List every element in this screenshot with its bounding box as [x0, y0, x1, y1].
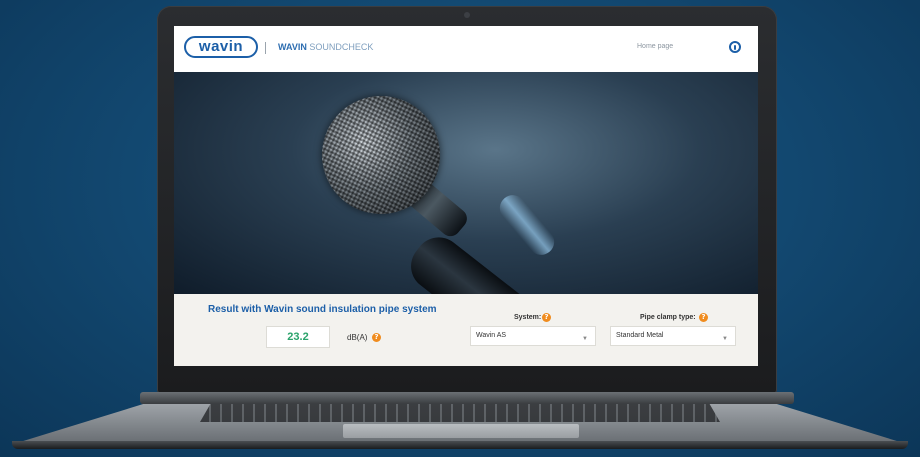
system-label: System: — [514, 314, 542, 321]
laptop-keyboard — [200, 404, 720, 422]
system-select[interactable]: Wavin AS ▼ — [470, 326, 596, 346]
laptop-hinge — [140, 392, 794, 404]
microphone-body — [401, 227, 616, 294]
home-page-link[interactable]: Home page — [637, 43, 673, 50]
unit-help-icon[interactable]: ? — [372, 333, 381, 342]
chevron-down-icon: ▼ — [722, 336, 728, 342]
result-unit: dB(A) — [347, 333, 368, 342]
app-title-bold: WAVIN — [278, 42, 307, 52]
result-title: Result with Wavin sound insulation pipe … — [208, 304, 437, 315]
app-title: WAVIN SOUNDCHECK — [278, 42, 373, 52]
system-help-icon[interactable]: ? — [542, 313, 551, 322]
pipe-clamp-select[interactable]: Standard Metal ▼ — [610, 326, 736, 346]
result-value-box: 23.2 — [266, 326, 330, 348]
wavin-logo[interactable]: wavin — [184, 36, 258, 58]
system-selected-value: Wavin AS — [476, 332, 507, 339]
result-panel: Result with Wavin sound insulation pipe … — [174, 294, 758, 366]
chevron-down-icon: ▼ — [582, 336, 588, 342]
pipe-clamp-label: Pipe clamp type: — [640, 314, 696, 321]
header-separator — [265, 42, 266, 54]
pipe-clamp-help-icon[interactable]: ? — [699, 313, 708, 322]
microphone-highlight — [494, 189, 560, 261]
laptop-screen: wavin WAVIN SOUNDCHECK Home page Result … — [174, 26, 758, 366]
user-info-icon[interactable] — [729, 41, 741, 53]
laptop-trackpad — [343, 424, 579, 438]
laptop-front-edge — [12, 441, 908, 449]
app-title-light: SOUNDCHECK — [309, 42, 374, 52]
pipe-clamp-selected-value: Standard Metal — [616, 332, 664, 339]
webcam — [464, 12, 470, 18]
hero-image-microphone — [174, 72, 758, 294]
app-header: wavin WAVIN SOUNDCHECK Home page — [174, 26, 758, 72]
